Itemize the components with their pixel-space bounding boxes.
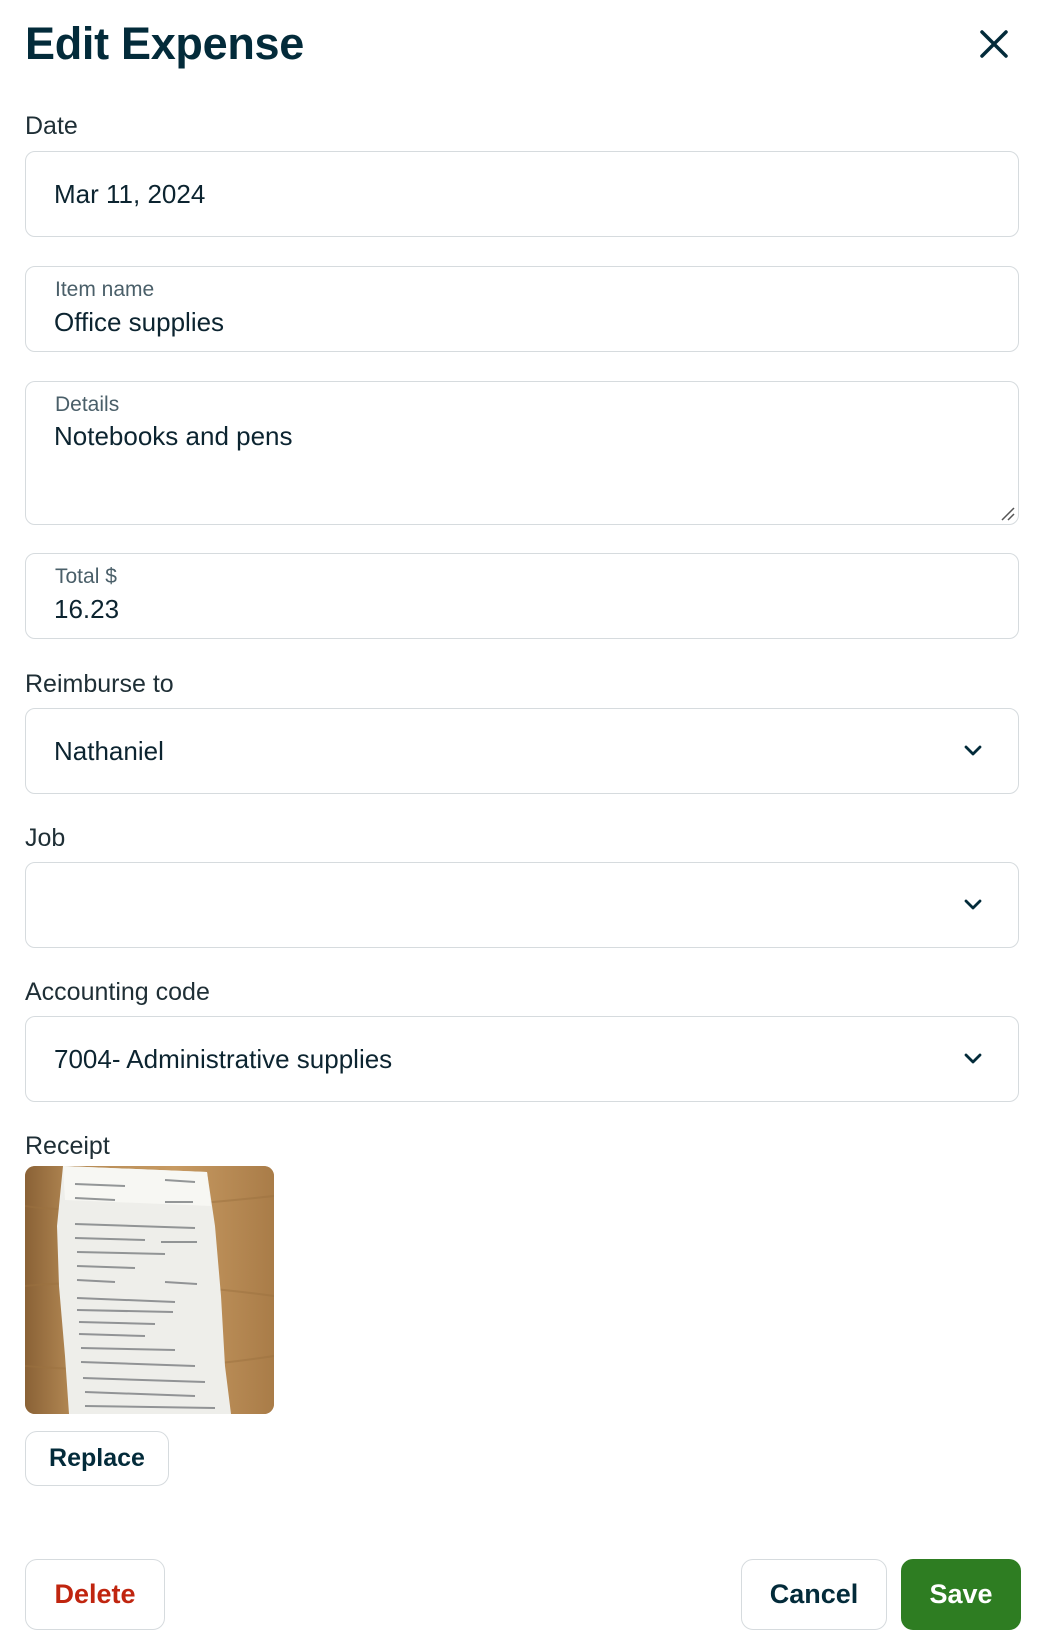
chevron-down-icon xyxy=(960,1045,986,1071)
page-title: Edit Expense xyxy=(25,18,304,69)
delete-button[interactable]: Delete xyxy=(25,1559,165,1630)
reimburse-to-select[interactable]: Nathaniel xyxy=(25,708,1019,794)
receipt-label: Receipt xyxy=(25,1132,110,1160)
accounting-code-label: Accounting code xyxy=(25,978,210,1006)
details-textarea[interactable]: Details Notebooks and pens xyxy=(25,381,1019,525)
resize-grip-icon[interactable] xyxy=(998,504,1016,522)
item-name-label: Item name xyxy=(55,278,155,301)
replace-receipt-button[interactable]: Replace xyxy=(25,1431,169,1486)
item-name-value: Office supplies xyxy=(54,307,225,337)
accounting-code-value: 7004- Administrative supplies xyxy=(54,1044,393,1074)
details-label: Details xyxy=(55,393,120,416)
chevron-down-icon xyxy=(960,891,986,917)
total-label: Total $ xyxy=(55,565,117,588)
reimburse-to-label: Reimburse to xyxy=(25,670,174,698)
job-label: Job xyxy=(25,824,66,852)
total-field[interactable]: Total $ 16.23 xyxy=(25,553,1019,639)
close-icon xyxy=(980,30,1008,58)
total-value: 16.23 xyxy=(54,594,120,624)
item-name-field[interactable]: Item name Office supplies xyxy=(25,266,1019,352)
save-button[interactable]: Save xyxy=(901,1559,1021,1630)
date-value: Mar 11, 2024 xyxy=(54,179,206,209)
date-field[interactable]: Mar 11, 2024 xyxy=(25,151,1019,237)
chevron-down-icon xyxy=(960,737,986,763)
job-select[interactable] xyxy=(25,862,1019,948)
close-button[interactable] xyxy=(976,26,1012,62)
reimburse-to-value: Nathaniel xyxy=(54,736,164,766)
date-label: Date xyxy=(25,112,78,140)
details-value: Notebooks and pens xyxy=(54,421,293,451)
cancel-button[interactable]: Cancel xyxy=(741,1559,887,1630)
receipt-photo xyxy=(25,1166,274,1414)
receipt-thumbnail[interactable] xyxy=(25,1166,274,1414)
accounting-code-select[interactable]: 7004- Administrative supplies xyxy=(25,1016,1019,1102)
